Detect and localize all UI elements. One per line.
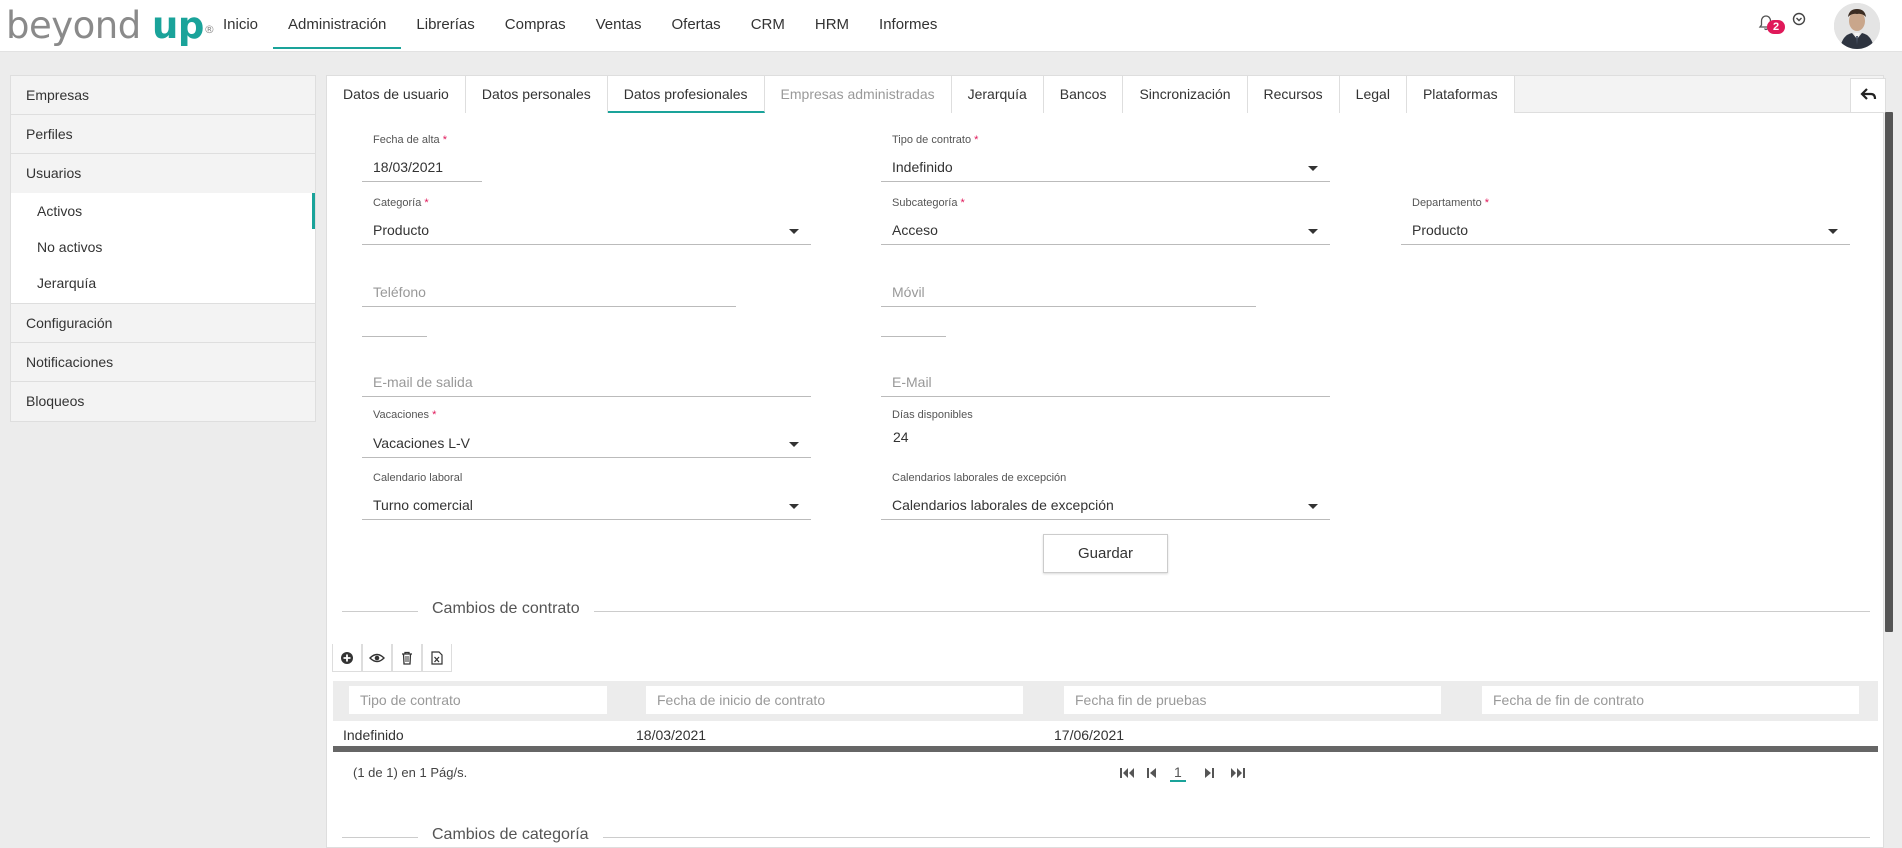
pager-summary: (1 de 1) en 1 Pág/s. <box>353 765 468 780</box>
scrollbar[interactable] <box>1885 112 1893 632</box>
tab-legal[interactable]: Legal <box>1339 76 1407 113</box>
cell-fecha-fin-pruebas: 17/06/2021 <box>1054 727 1125 743</box>
sidebar-item-notificaciones[interactable]: Notificaciones <box>11 343 315 382</box>
calendario-laboral-label: Calendario laboral <box>373 472 463 484</box>
category-changes-title: Cambios de categoría <box>418 826 603 844</box>
cell-tipo-contrato: Indefinido <box>343 727 404 743</box>
telefono-extension-input[interactable] <box>362 310 427 337</box>
chevron-down-icon <box>789 442 799 447</box>
trash-icon <box>402 651 412 665</box>
tab-recursos[interactable]: Recursos <box>1247 76 1340 113</box>
sidebar-item-perfiles[interactable]: Perfiles <box>11 115 315 154</box>
movil-extension-input[interactable] <box>881 310 946 337</box>
chevron-down-icon <box>789 229 799 234</box>
subcategoria-label: Subcategoría * <box>892 197 965 209</box>
chevron-down-icon <box>1308 229 1318 234</box>
table-row[interactable]: Indefinido 18/03/2021 17/06/2021 <box>333 722 1878 752</box>
tipo-contrato-label: Tipo de contrato * <box>892 134 979 146</box>
tab-empresas-administradas[interactable]: Empresas administradas <box>764 76 952 113</box>
tab-datos-usuario[interactable]: Datos de usuario <box>327 76 466 113</box>
next-page-icon[interactable] <box>1204 767 1214 779</box>
email-salida-input[interactable]: E-mail de salida <box>362 368 811 397</box>
user-avatar[interactable] <box>1834 3 1880 49</box>
chevron-down-icon <box>1828 229 1838 234</box>
nav-item-compras[interactable]: Compras <box>490 0 581 50</box>
delete-button[interactable] <box>392 644 422 672</box>
filter-fecha-inicio-contrato[interactable]: Fecha de inicio de contrato <box>646 686 1023 714</box>
sidebar-item-usuarios[interactable]: Usuarios <box>11 154 315 193</box>
nav-item-crm[interactable]: CRM <box>736 0 800 50</box>
sidebar-item-configuracion[interactable]: Configuración <box>11 304 315 343</box>
chevron-down-icon <box>1308 166 1318 171</box>
sidebar-subitem-jerarquia[interactable]: Jerarquía <box>11 265 315 301</box>
last-page-icon[interactable] <box>1229 767 1245 779</box>
nav-item-ventas[interactable]: Ventas <box>581 0 657 50</box>
sidebar: Empresas Perfiles Usuarios Activos No ac… <box>10 75 316 422</box>
tab-datos-profesionales[interactable]: Datos profesionales <box>607 76 765 113</box>
nav-item-informes[interactable]: Informes <box>864 0 952 50</box>
vacaciones-label: Vacaciones * <box>373 409 437 421</box>
plus-circle-icon <box>341 651 353 664</box>
add-button[interactable] <box>332 644 362 672</box>
logo-text-beyond: beyond <box>6 4 152 47</box>
reply-arrow-icon <box>1860 88 1877 100</box>
eye-icon <box>369 653 385 662</box>
page-number-1[interactable]: 1 <box>1170 764 1186 782</box>
vacaciones-select[interactable]: Vacaciones L-V <box>362 429 811 458</box>
view-button[interactable] <box>362 644 392 672</box>
calendarios-excepcion-label: Calendarios laborales de excepción <box>892 472 1067 484</box>
sidebar-subitem-no-activos[interactable]: No activos <box>11 229 315 265</box>
sidebar-subitem-activos[interactable]: Activos <box>11 193 315 229</box>
filter-fecha-fin-contrato[interactable]: Fecha de fin de contrato <box>1482 686 1859 714</box>
departamento-select[interactable]: Producto <box>1401 216 1850 245</box>
chevron-down-icon <box>1308 504 1318 509</box>
top-bar: beyond up® Inicio Administración Librerí… <box>0 0 1902 52</box>
sidebar-item-empresas[interactable]: Empresas <box>11 76 315 115</box>
excel-file-icon <box>431 650 443 665</box>
back-button[interactable] <box>1850 78 1886 112</box>
telefono-input[interactable]: Teléfono <box>362 278 736 307</box>
movil-input[interactable]: Móvil <box>881 278 1256 307</box>
calendario-laboral-select[interactable]: Turno comercial <box>362 491 811 520</box>
tab-bancos[interactable]: Bancos <box>1043 76 1124 113</box>
nav-item-librerias[interactable]: Librerías <box>401 0 489 50</box>
fecha-alta-field[interactable]: 18/03/2021 <box>362 153 482 182</box>
logo[interactable]: beyond up® <box>6 4 215 48</box>
sidebar-item-bloqueos[interactable]: Bloqueos <box>11 382 315 421</box>
tab-sincronizacion[interactable]: Sincronización <box>1123 76 1248 113</box>
nav-item-hrm[interactable]: HRM <box>800 0 864 50</box>
nav-item-ofertas[interactable]: Ofertas <box>657 0 736 50</box>
sidebar-usuarios-submenu: Activos No activos Jerarquía <box>11 193 315 304</box>
calendarios-excepcion-select[interactable]: Calendarios laborales de excepción <box>881 491 1330 520</box>
categoria-label: Categoría * <box>373 197 429 209</box>
email-input[interactable]: E-Mail <box>881 368 1330 397</box>
circle-arrow-icon[interactable] <box>1792 12 1806 26</box>
previous-page-icon[interactable] <box>1147 767 1157 779</box>
nav-item-administracion[interactable]: Administración <box>273 0 402 49</box>
first-page-icon[interactable] <box>1120 767 1136 779</box>
cell-fecha-inicio: 18/03/2021 <box>636 727 707 743</box>
departamento-label: Departamento * <box>1412 197 1490 209</box>
dias-disponibles-value: 24 <box>893 429 909 445</box>
logo-text-up: up <box>151 4 204 47</box>
tipo-contrato-select[interactable]: Indefinido <box>881 153 1330 182</box>
save-button[interactable]: Guardar <box>1043 534 1168 573</box>
chevron-down-icon <box>789 504 799 509</box>
filter-fecha-fin-pruebas[interactable]: Fecha fin de pruebas <box>1064 686 1441 714</box>
fecha-alta-label: Fecha de alta * <box>373 134 447 146</box>
notification-badge: 2 <box>1767 20 1785 34</box>
categoria-select[interactable]: Producto <box>362 216 811 245</box>
tab-bar: Datos de usuario Datos personales Datos … <box>327 76 1883 113</box>
tab-jerarquia[interactable]: Jerarquía <box>951 76 1044 113</box>
dias-disponibles-label: Días disponibles <box>892 409 973 421</box>
filter-tipo-contrato[interactable]: Tipo de contrato <box>349 686 607 714</box>
nav-item-inicio[interactable]: Inicio <box>208 0 273 50</box>
user-avatar-image <box>1834 3 1880 49</box>
subcategoria-select[interactable]: Acceso <box>881 216 1330 245</box>
tab-datos-personales[interactable]: Datos personales <box>465 76 608 113</box>
main-nav: Inicio Administración Librerías Compras … <box>208 0 952 50</box>
tab-plataformas[interactable]: Plataformas <box>1406 76 1515 113</box>
export-excel-button[interactable] <box>422 644 452 672</box>
contract-changes-title: Cambios de contrato <box>418 600 594 618</box>
